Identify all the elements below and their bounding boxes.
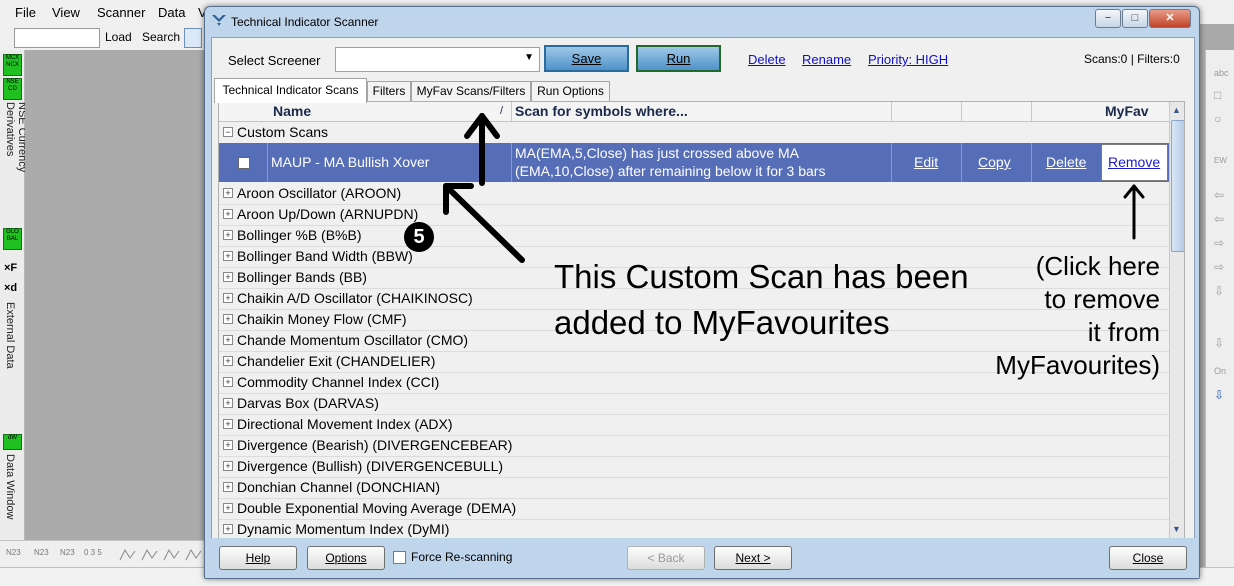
annotation-side-2: to remove (1044, 284, 1160, 314)
annotation-side-1: (Click here (1035, 251, 1160, 281)
tab-technical-indicator-scans[interactable]: Technical Indicator Scans (214, 78, 367, 103)
annotation-line-2: added to MyFavourites (554, 304, 890, 341)
arrow-to-scan-icon (443, 183, 525, 263)
step-number-badge: 5 (404, 222, 434, 252)
annotation-side-3: it from (1087, 317, 1160, 347)
annotation-line-1: This Custom Scan has been (554, 258, 969, 295)
annotation-side-4: MyFavourites) (995, 350, 1160, 380)
